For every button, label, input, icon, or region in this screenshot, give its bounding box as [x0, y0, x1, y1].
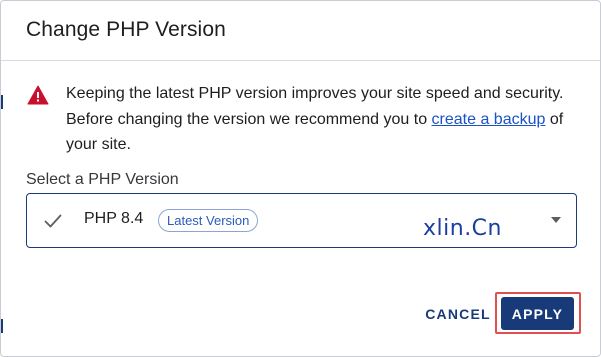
dialog-title: Change PHP Version	[26, 18, 226, 41]
php-version-select-label: Select a PHP Version	[26, 171, 179, 188]
background-edge-mark	[1, 319, 3, 333]
selected-php-version: PHP 8.4	[84, 210, 144, 227]
dialog-header: Change PHP Version	[1, 1, 600, 61]
create-backup-link[interactable]: create a backup	[432, 111, 546, 128]
cancel-button[interactable]: CANCEL	[419, 300, 497, 328]
caret-down-icon[interactable]	[551, 217, 561, 223]
php-version-select[interactable]: PHP 8.4 Latest Version xlin.Cn	[26, 193, 577, 248]
warning-text: Keeping the latest PHP version improves …	[66, 81, 586, 158]
latest-version-badge: Latest Version	[158, 209, 259, 232]
apply-button[interactable]: APPLY	[501, 297, 574, 330]
warning-triangle-icon	[27, 85, 49, 105]
background-edge-mark	[1, 95, 3, 109]
change-php-version-dialog: Change PHP Version Keeping the latest PH…	[0, 0, 601, 357]
watermark-text: xlin.Cn	[423, 216, 502, 241]
check-icon	[44, 214, 62, 228]
